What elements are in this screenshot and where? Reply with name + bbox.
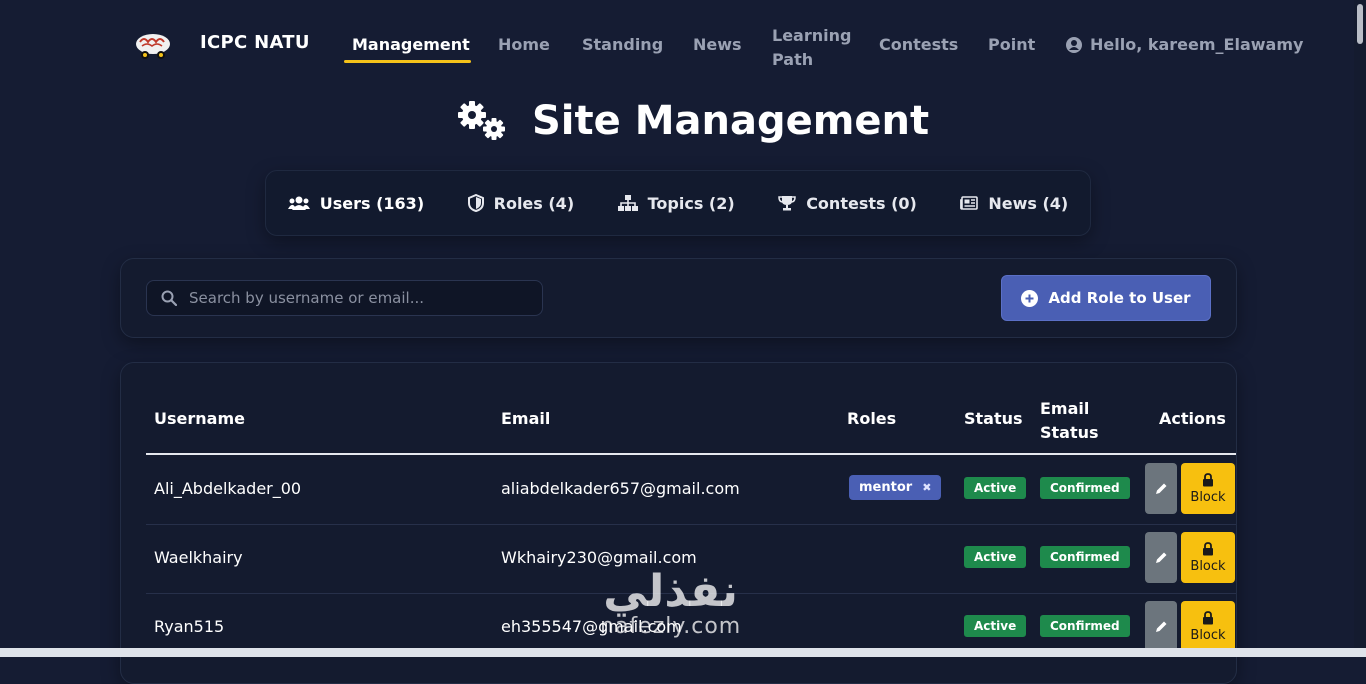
nav-item-learning-path-line1: Learning [772,26,852,45]
lock-icon [1203,472,1213,486]
management-tabs: Users (163) Roles (4) Topics (2) Contest… [265,170,1091,236]
search-icon [161,290,177,306]
col-header-email-status-line2: Status [1040,423,1099,442]
block-button-label: Block [1190,558,1226,574]
search-box[interactable] [146,280,543,316]
nav-item-home[interactable]: Home [498,35,550,54]
brand-logo-icon[interactable] [134,32,172,60]
tab-news[interactable]: News (4) [948,186,1080,221]
os-taskbar [0,648,1366,657]
gears-icon [458,101,505,140]
trophy-icon [778,196,796,211]
nav-item-news[interactable]: News [693,35,742,54]
user-greeting: Hello, kareem_Elawamy [1090,35,1304,54]
lock-icon [1203,610,1213,624]
newspaper-icon [960,196,979,210]
cell-email: Wkhairy230@gmail.com [501,548,697,567]
col-header-status[interactable]: Status [964,409,1023,428]
pencil-icon [1156,483,1167,494]
tab-users[interactable]: Users (163) [276,186,436,221]
col-header-email-status[interactable]: Email Status [1040,397,1099,445]
status-badge: Active [964,546,1027,568]
block-button-label: Block [1190,627,1226,643]
nav-item-point[interactable]: Point [988,35,1035,54]
role-pill-label: mentor [859,480,913,495]
lock-icon [1203,541,1213,555]
tab-news-label: News (4) [988,193,1069,213]
tab-users-label: Users (163) [319,193,425,213]
page-scrollbar[interactable] [1354,0,1366,657]
plus-circle-icon [1021,289,1039,307]
nav-item-standing[interactable]: Standing [582,35,663,54]
col-header-actions: Actions [1159,409,1226,428]
cell-username: Ali_Abdelkader_00 [154,479,302,498]
nav-active-underline [344,60,471,63]
nav-item-learning-path[interactable]: Learning Path [772,24,851,72]
tab-roles-label: Roles (4) [493,193,575,213]
cell-email: aliabdelkader657@gmail.com [501,479,740,498]
tab-contests[interactable]: Contests (0) [766,186,929,221]
nav-item-learning-path-line2: Path [772,50,814,69]
users-icon [287,196,310,210]
status-badge: Active [964,477,1027,499]
page-title-wrap: Site Management [456,98,929,144]
search-input[interactable] [187,288,531,308]
status-badge: Active [964,615,1027,637]
col-header-email[interactable]: Email [501,409,550,428]
shield-icon [467,194,484,212]
watermark: نفذلي nafezly.com [600,566,742,640]
add-role-button[interactable]: Add Role to User [1001,275,1211,321]
col-header-username[interactable]: Username [154,409,245,428]
remove-role-icon[interactable]: ✖ [922,481,931,494]
nav-item-contests[interactable]: Contests [879,35,958,54]
user-menu[interactable]: Hello, kareem_Elawamy [1066,35,1303,54]
watermark-arabic: نفذلي [603,566,738,617]
page-title: Site Management [532,98,930,144]
add-role-label: Add Role to User [1048,289,1191,307]
role-pill-mentor: mentor ✖ [849,475,942,500]
nav-item-management[interactable]: Management [352,35,470,54]
tab-topics-label: Topics (2) [647,193,735,213]
tab-roles[interactable]: Roles (4) [456,186,587,221]
cell-username: Ryan515 [154,617,225,636]
tab-contests-label: Contests (0) [806,193,917,213]
sitemap-icon [617,195,638,211]
edit-button[interactable] [1145,532,1177,583]
user-circle-icon [1066,36,1082,53]
col-header-email-status-line1: Email [1040,399,1090,418]
search-panel: Add Role to User [120,258,1237,338]
scrollbar-thumb[interactable] [1357,4,1363,44]
block-button[interactable]: Block [1181,463,1235,514]
block-button[interactable]: Block [1181,532,1235,583]
email-status-badge: Confirmed [1040,477,1130,499]
block-button[interactable]: Block [1181,601,1235,652]
edit-button[interactable] [1145,601,1177,652]
brand-name[interactable]: ICPC NATU [200,32,310,53]
tab-topics[interactable]: Topics (2) [606,186,747,221]
pencil-icon [1156,621,1167,632]
edit-button[interactable] [1145,463,1177,514]
table-row: Ali_Abdelkader_00 aliabdelkader657@gmail… [146,455,1236,525]
watermark-latin: nafezly.com [600,614,742,639]
email-status-badge: Confirmed [1040,615,1130,637]
cell-username: Waelkhairy [154,548,243,567]
block-button-label: Block [1190,489,1226,505]
col-header-roles[interactable]: Roles [847,409,896,428]
email-status-badge: Confirmed [1040,546,1130,568]
pencil-icon [1156,552,1167,563]
